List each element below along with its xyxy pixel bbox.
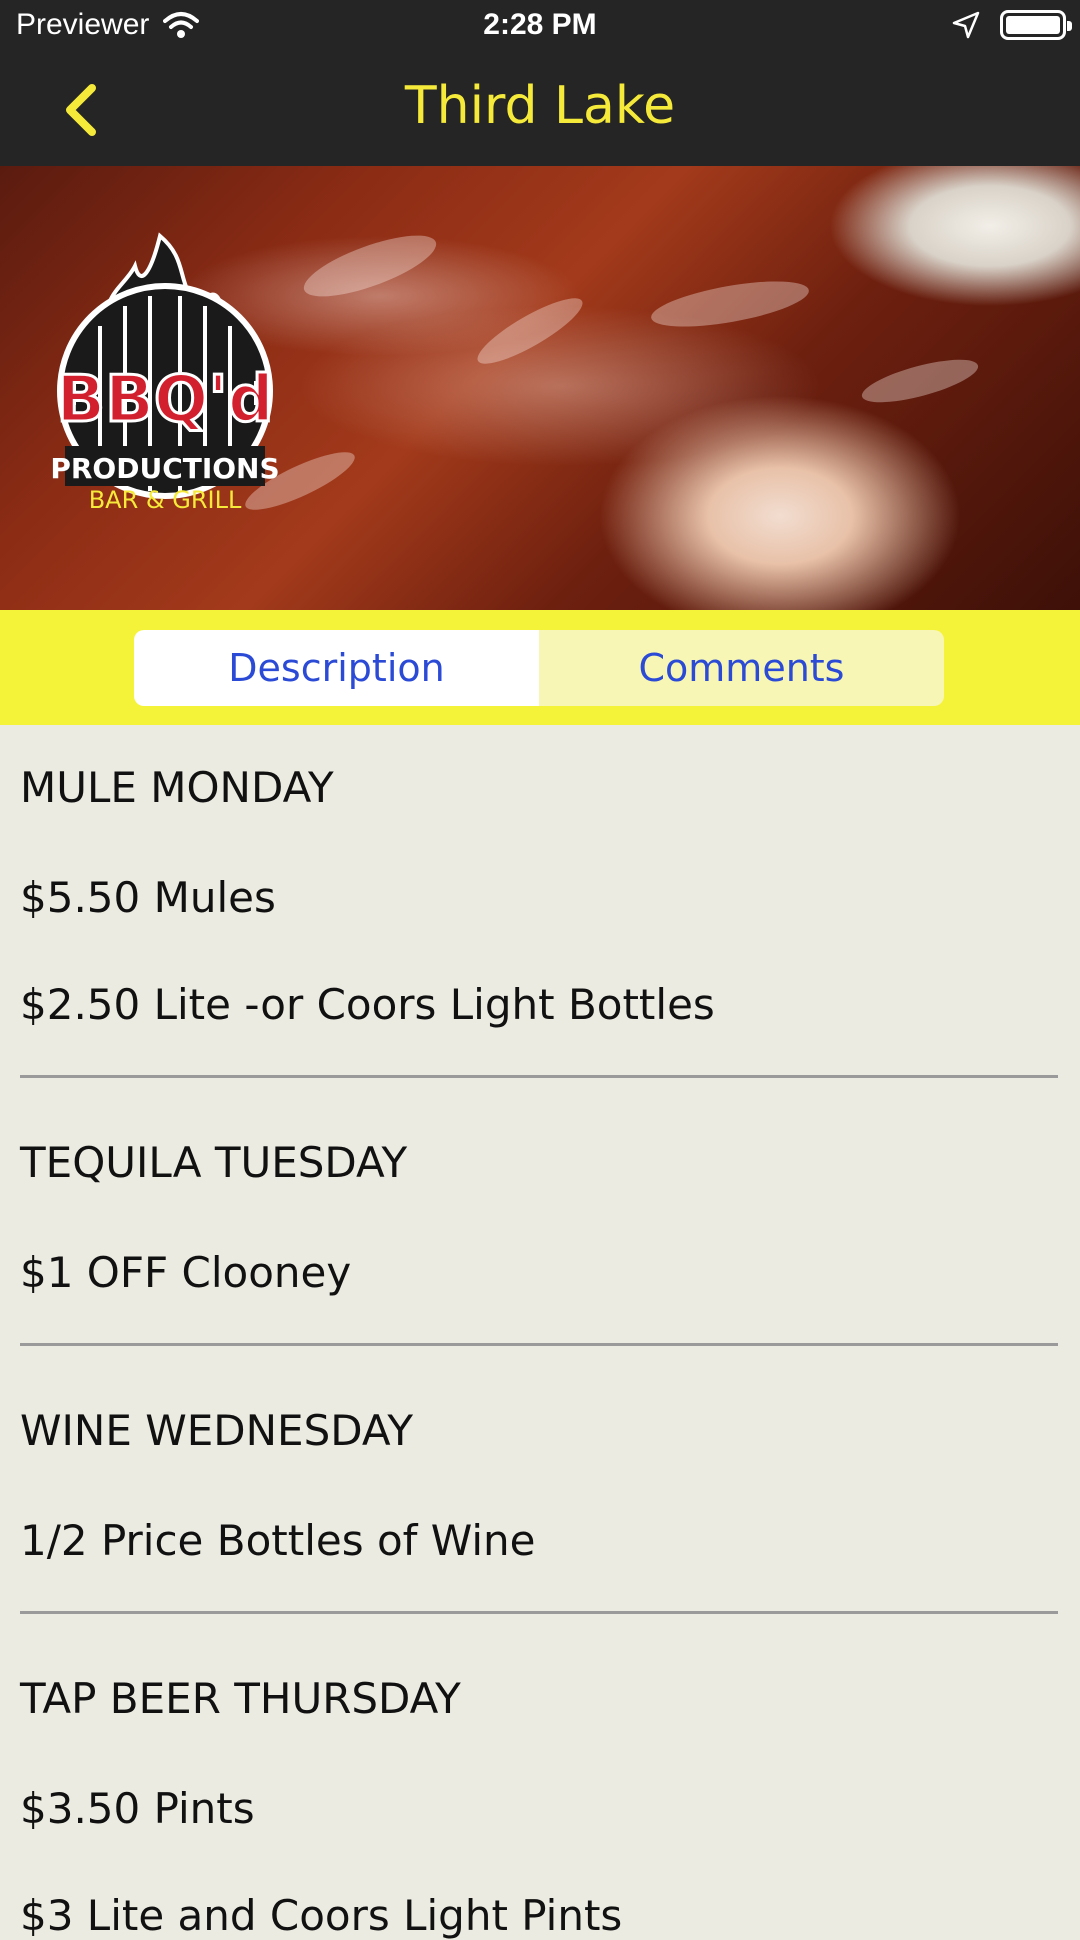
special-line: 1/2 Price Bottles of Wine — [20, 1516, 536, 1565]
nav-bar: Third Lake — [0, 54, 1080, 166]
special-heading: WINE WEDNESDAY — [20, 1406, 413, 1455]
svg-text:BBQ'd: BBQ'd — [56, 363, 273, 437]
tab-description[interactable]: Description — [134, 630, 539, 706]
location-arrow-icon — [952, 11, 980, 39]
tab-comments[interactable]: Comments — [539, 630, 944, 706]
divider — [20, 1075, 1058, 1078]
status-time: 2:28 PM — [483, 8, 597, 41]
restaurant-logo: BBQ'd PRODUCTIONS BAR & GRILL — [50, 232, 280, 514]
svg-text:BAR & GRILL: BAR & GRILL — [89, 486, 242, 514]
special-line: $5.50 Mules — [20, 873, 276, 922]
status-right — [952, 10, 1072, 40]
special-line: $3.50 Pints — [20, 1784, 255, 1833]
segmented-control: Description Comments — [134, 630, 944, 706]
special-heading: MULE MONDAY — [20, 763, 334, 812]
battery-icon — [1000, 10, 1072, 40]
hero-image: BBQ'd PRODUCTIONS BAR & GRILL — [0, 166, 1080, 610]
divider — [20, 1611, 1058, 1614]
page-title: Third Lake — [404, 76, 676, 136]
special-line: $2.50 Lite -or Coors Light Bottles — [20, 980, 715, 1029]
special-heading: TAP BEER THURSDAY — [20, 1674, 461, 1723]
svg-text:PRODUCTIONS: PRODUCTIONS — [50, 452, 279, 485]
special-heading: TEQUILA TUESDAY — [20, 1138, 408, 1187]
tab-bar: Description Comments — [0, 610, 1080, 725]
special-line: $3 Lite and Coors Light Pints — [20, 1891, 623, 1940]
special-line: $1 OFF Clooney — [20, 1248, 352, 1297]
status-bar: Previewer 2:28 PM — [0, 0, 1080, 54]
divider — [20, 1343, 1058, 1346]
